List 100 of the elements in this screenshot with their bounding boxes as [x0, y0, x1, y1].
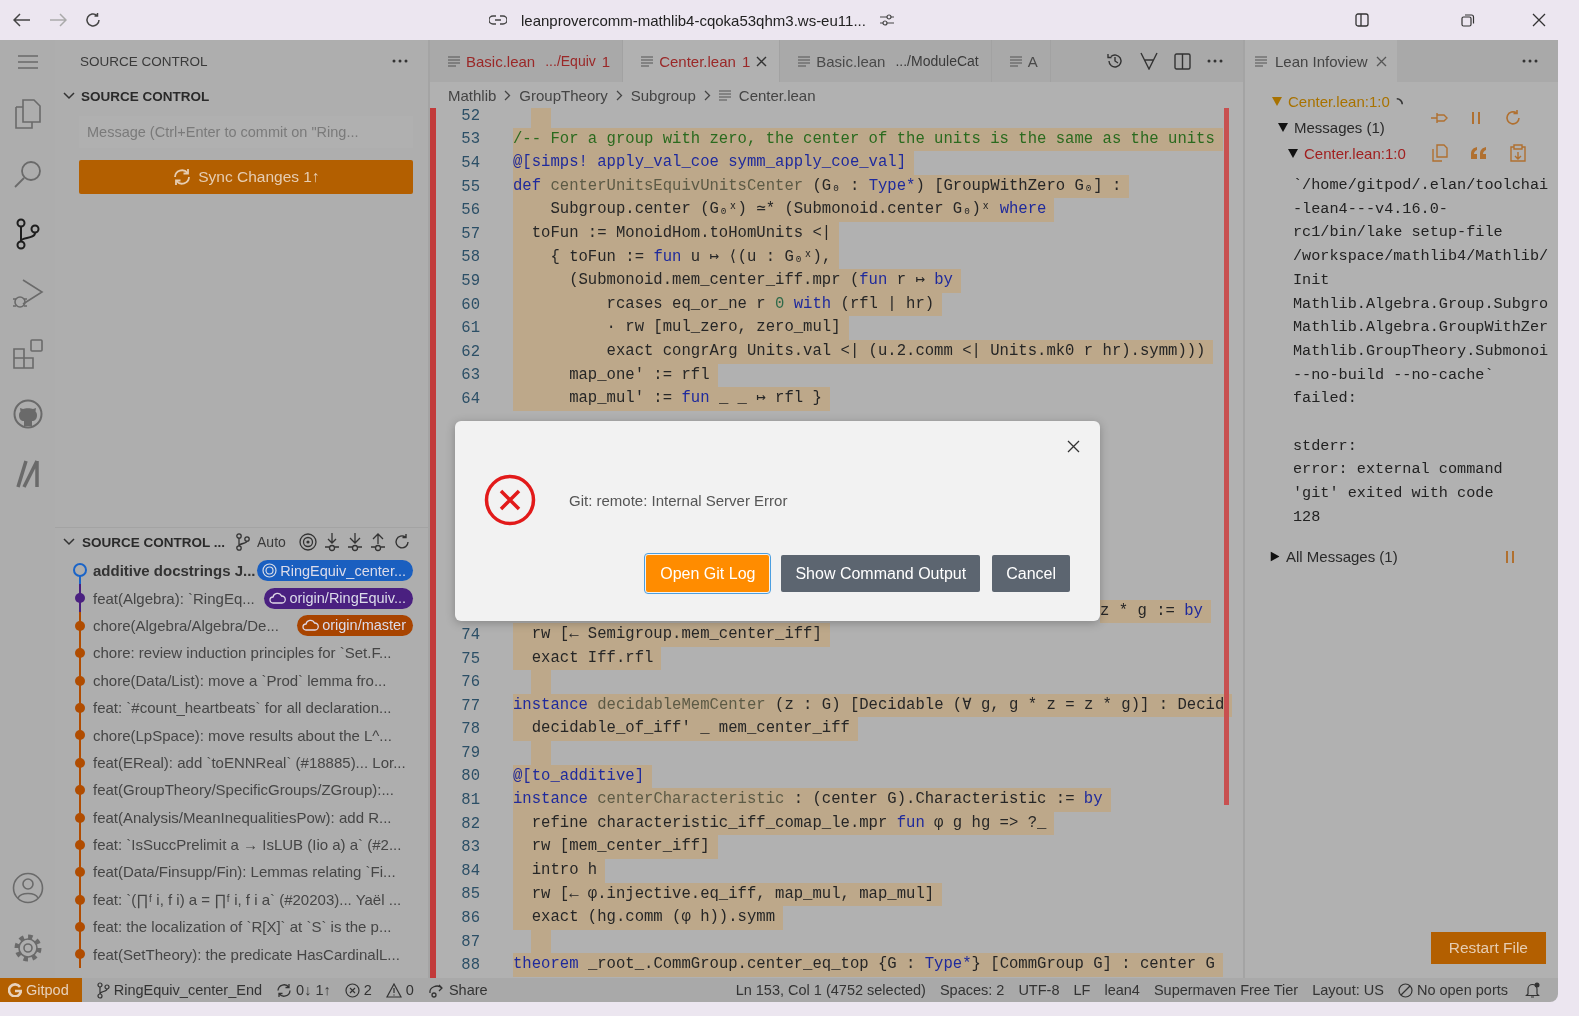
- more-icon[interactable]: [1207, 59, 1223, 63]
- restart-file-button[interactable]: Restart File: [1430, 932, 1546, 964]
- status-item[interactable]: Layout: US: [1305, 978, 1391, 1002]
- close-icon[interactable]: [1067, 440, 1080, 453]
- commit-message[interactable]: feat(Algebra): `RingEq...: [93, 589, 255, 607]
- back-icon[interactable]: [13, 13, 31, 27]
- commit-message[interactable]: chore(Algebra/Algebra/De...: [93, 616, 279, 634]
- more-icon[interactable]: [392, 59, 408, 63]
- close-icon[interactable]: [1532, 13, 1546, 27]
- source-control-icon[interactable]: [14, 218, 41, 250]
- section-title[interactable]: SOURCE CONTROL: [81, 88, 210, 104]
- status-item[interactable]: 2: [337, 978, 379, 1002]
- commit-message[interactable]: feat: `IsSuccPrelimit a → IsLUB (Iio a) a` (#2...: [93, 836, 402, 854]
- editor-tab[interactable]: A: [991, 40, 1051, 82]
- status-item[interactable]: Gitpod: [0, 978, 82, 1002]
- pull-icon[interactable]: [346, 532, 363, 552]
- sync-changes-button[interactable]: Sync Changes 1↑: [79, 160, 413, 194]
- line-number: 87: [460, 932, 480, 951]
- more-icon[interactable]: [1522, 59, 1538, 63]
- editor-tab[interactable]: Center.lean 1: [623, 40, 781, 82]
- dialog-button[interactable]: Open Git Log: [646, 555, 770, 592]
- commit-message[interactable]: feat(GroupTheory/SpecificGroups/ZGroup):...: [93, 781, 394, 799]
- status-item[interactable]: Supermaven Free Tier: [1146, 978, 1306, 1002]
- refresh-icon[interactable]: [392, 533, 411, 551]
- sync-icon: [276, 982, 293, 998]
- commit-message[interactable]: chore: review induction principles for `Set.F...: [93, 644, 392, 662]
- forall-icon[interactable]: [1140, 52, 1158, 70]
- restore-icon[interactable]: [1461, 13, 1475, 27]
- sidebar-title: SOURCE CONTROL: [80, 53, 208, 69]
- file-lines-icon: [1255, 55, 1267, 67]
- breadcrumb[interactable]: Subgroup: [630, 86, 696, 104]
- status-item[interactable]: UTF-8: [1011, 978, 1067, 1002]
- status-item[interactable]: No open ports: [1390, 978, 1515, 1002]
- status-item[interactable]: 0↓ 1↑: [269, 978, 338, 1002]
- infoview-tab[interactable]: Lean Infoview: [1245, 40, 1397, 82]
- commit-message[interactable]: feat: `(∏ᶠ i, f i) a = ∏ᶠ i, f i a` (#20203)... Yaël ...: [93, 890, 402, 908]
- auto-label[interactable]: Auto: [257, 534, 286, 550]
- target-icon[interactable]: [298, 533, 317, 551]
- all-messages-heading[interactable]: All Messages (1): [1286, 548, 1398, 566]
- line-number: 54: [460, 154, 480, 172]
- push-icon[interactable]: [369, 532, 386, 552]
- line-number: 64: [460, 389, 480, 408]
- dialog-message: Git: remote: Internal Server Error: [569, 491, 788, 509]
- split-editor-icon[interactable]: [1174, 52, 1191, 70]
- error-message: stderr: error: external command 'git' exited with code 128: [1293, 435, 1504, 528]
- history-icon[interactable]: [1106, 52, 1124, 70]
- address-field[interactable]: leanprovercomm-mathlib4-cqoka53qhm3.ws-eu11...: [521, 11, 866, 29]
- commit-message[interactable]: chore(LpSpace): move results about the L^...: [93, 726, 392, 744]
- commit-message[interactable]: feat: the localization of `R[X]` at `S` is the p...: [93, 918, 392, 936]
- line-number: 78: [460, 720, 480, 739]
- link-icon[interactable]: [489, 15, 507, 25]
- messages-heading[interactable]: Messages (1): [1294, 118, 1385, 136]
- line-number: 59: [460, 271, 480, 290]
- status-item[interactable]: LF: [1066, 978, 1098, 1002]
- chevron-right-icon: [504, 89, 512, 101]
- status-item[interactable]: RingEquiv_center_End: [89, 978, 270, 1002]
- breadcrumb[interactable]: GroupTheory: [519, 86, 608, 104]
- disclosure-triangle-icon[interactable]: [1270, 551, 1280, 562]
- cloud-icon: [302, 619, 320, 632]
- dialog-button[interactable]: Show Command Output: [781, 555, 981, 592]
- warning-icon: [385, 982, 402, 998]
- commit-message[interactable]: additive docstrings J...: [93, 562, 256, 580]
- notification-bell-icon[interactable]: [1525, 982, 1540, 998]
- chevron-icon[interactable]: [63, 538, 75, 546]
- line-number: 81: [460, 791, 480, 810]
- branch-label: RingEquiv_center...: [280, 562, 406, 579]
- status-item[interactable]: Share: [420, 978, 495, 1002]
- chevron-icon[interactable]: [63, 92, 75, 100]
- status-item[interactable]: Spaces: 2: [932, 978, 1012, 1002]
- branch-icon[interactable]: [236, 533, 250, 551]
- tune-icon[interactable]: [879, 14, 894, 26]
- commit-message[interactable]: chore(Data/List): move a `Prod` lemma fro...: [93, 671, 387, 689]
- status-item[interactable]: Ln 153, Col 1 (4752 selected): [728, 978, 933, 1002]
- disclosure-triangle-icon[interactable]: [1288, 148, 1298, 158]
- fetch-icon[interactable]: [323, 532, 340, 552]
- breadcrumb[interactable]: Center.lean: [738, 86, 816, 104]
- line-number: 62: [460, 342, 480, 361]
- share-icon: [427, 982, 445, 998]
- commit-message[interactable]: feat: `#count_heartbeats` for all declaration...: [93, 699, 392, 717]
- status-item[interactable]: 0: [378, 978, 421, 1002]
- commit-message[interactable]: feat(Analysis/MeanInequalitiesPow): add R...: [93, 808, 392, 826]
- commit-message[interactable]: feat(Data/Finsupp/Fin): Lemmas relating `Fi...: [93, 863, 396, 881]
- status-item[interactable]: lean4: [1097, 978, 1147, 1002]
- disclosure-triangle-icon[interactable]: [1278, 122, 1288, 132]
- commit-message[interactable]: feat(EReal): add `toENNReal` (#18885)... Lor...: [93, 753, 406, 771]
- reload-icon[interactable]: [85, 12, 101, 28]
- close-icon[interactable]: [756, 55, 768, 67]
- sidebar-layout-icon[interactable]: [1355, 13, 1369, 27]
- line-number: 56: [460, 201, 480, 220]
- line-number: 60: [460, 295, 480, 314]
- line-number: 80: [460, 767, 480, 786]
- section-title[interactable]: SOURCE CONTROL ...: [82, 534, 225, 550]
- clipboard-icon[interactable]: [1509, 144, 1526, 162]
- editor-tab[interactable]: Basic.lean .../ModuleCat: [780, 40, 992, 82]
- commit-message[interactable]: feat(SetTheory): the predicate HasCardinalL...: [93, 945, 400, 963]
- breadcrumb[interactable]: Mathlib: [448, 86, 497, 104]
- message-location[interactable]: Center.lean:1:0: [1304, 144, 1406, 162]
- line-number: 55: [460, 177, 480, 196]
- line-number: 77: [460, 696, 480, 715]
- dialog-button[interactable]: Cancel: [992, 555, 1070, 592]
